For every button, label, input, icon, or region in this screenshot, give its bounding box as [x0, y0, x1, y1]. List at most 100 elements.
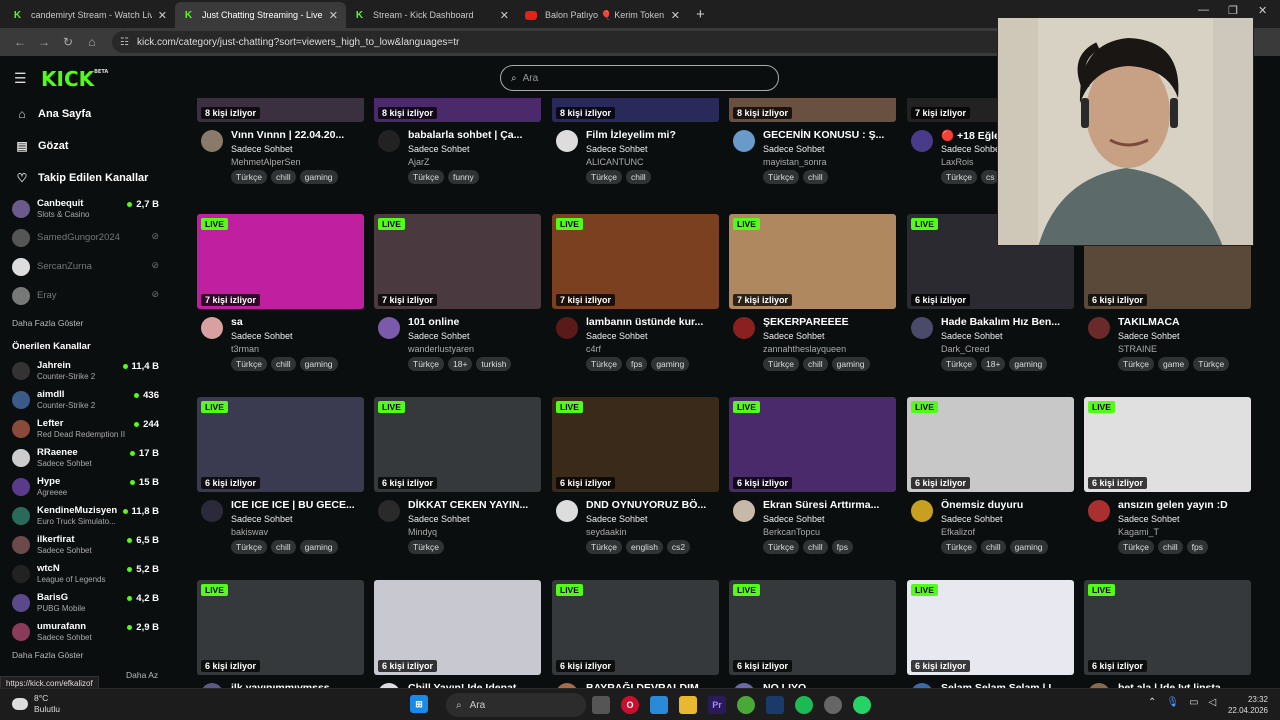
tag[interactable]: Türkçe: [763, 540, 799, 554]
tag[interactable]: gaming: [831, 357, 870, 371]
stream-thumbnail[interactable]: LIVE 6 kişi izliyor: [197, 397, 364, 492]
tag[interactable]: Türkçe: [408, 540, 444, 554]
streamer-avatar[interactable]: [911, 130, 933, 152]
stream-title[interactable]: Film İzleyelim mi?: [586, 129, 719, 141]
tag[interactable]: Türkçe: [586, 170, 622, 184]
tag[interactable]: Türkçe: [231, 170, 267, 184]
stream-title[interactable]: TAKILMACA: [1118, 316, 1251, 328]
stream-category[interactable]: Sadece Sohbet: [1118, 331, 1180, 341]
stream-category[interactable]: Sadece Sohbet: [941, 144, 1003, 154]
tag[interactable]: Türkçe: [586, 540, 622, 554]
tag[interactable]: Türkçe: [408, 357, 444, 371]
spotify-icon[interactable]: [795, 696, 813, 714]
stream-category[interactable]: Sadece Sohbet: [1118, 514, 1180, 524]
stream-card[interactable]: LIVE 6 kişi izliyor DND OYNUYORUZ BÖ... Sad…: [552, 397, 719, 554]
sidebar-channel[interactable]: Hype Agreeee 15 B: [0, 472, 176, 501]
stream-thumbnail[interactable]: LIVE 7 kişi izliyor: [729, 214, 896, 309]
streamer-name[interactable]: seydaakin: [586, 527, 627, 537]
streamer-avatar[interactable]: [911, 317, 933, 339]
streamer-name[interactable]: mayistan_sonra: [763, 157, 827, 167]
close-icon[interactable]: ✕: [158, 9, 167, 22]
streamer-name[interactable]: BerkcanTopcu: [763, 527, 820, 537]
stream-thumbnail[interactable]: 8 kişi izliyor: [729, 98, 896, 122]
streamer-name[interactable]: bakiswav: [231, 527, 268, 537]
sidebar-channel[interactable]: aimdll Counter-Strike 2 436: [0, 385, 176, 414]
sidebar-item-browse[interactable]: ▤ Gözat: [0, 130, 176, 162]
premiere-icon[interactable]: Pr: [708, 696, 726, 714]
streamer-avatar[interactable]: [378, 500, 400, 522]
network-icon[interactable]: ▭: [1189, 697, 1198, 708]
stream-title[interactable]: sa: [231, 316, 364, 328]
stream-thumbnail[interactable]: LIVE 7 kişi izliyor: [197, 214, 364, 309]
tag[interactable]: chill: [802, 170, 828, 184]
stream-thumbnail[interactable]: 6 kişi izliyor: [374, 580, 541, 675]
forward-icon[interactable]: →: [32, 35, 56, 49]
sidebar-channel[interactable]: Canbequit Slots & Casino 2,7 B: [0, 194, 176, 223]
file-explorer-icon[interactable]: [592, 696, 610, 714]
whatsapp-icon[interactable]: [853, 696, 871, 714]
streamer-name[interactable]: c4rf: [586, 344, 601, 354]
streamer-name[interactable]: t3rman: [231, 344, 259, 354]
show-less-link[interactable]: Daha Az: [126, 670, 158, 680]
tag[interactable]: chill: [1157, 540, 1183, 554]
browser-tab[interactable]: K candemiryt Stream - Watch Live ✕: [4, 2, 175, 28]
tag[interactable]: Türkçe: [586, 357, 622, 371]
search-input[interactable]: ⌕ Ara: [500, 65, 779, 91]
tag[interactable]: 18+: [447, 357, 473, 371]
tag[interactable]: gaming: [651, 357, 690, 371]
streamer-name[interactable]: AjarZ: [408, 157, 430, 167]
stream-title[interactable]: DND OYNUYORUZ BÖ...: [586, 499, 719, 511]
menu-icon[interactable]: ☰: [14, 70, 27, 87]
sidebar-item-following[interactable]: ♡ Takip Edilen Kanallar: [0, 162, 176, 194]
stream-card[interactable]: LIVE 6 kişi izliyor ilk yayınımmıymsss...: [197, 580, 364, 688]
tag[interactable]: Türkçe: [1118, 357, 1154, 371]
sidebar-channel[interactable]: BarisG PUBG Mobile 4,2 B: [0, 588, 176, 617]
stream-category[interactable]: Sadece Sohbet: [763, 514, 825, 524]
stream-title[interactable]: lambanın üstünde kur...: [586, 316, 719, 328]
streamer-name[interactable]: ALICANTUNC: [586, 157, 644, 167]
kick-logo[interactable]: KICKBETA: [41, 67, 108, 91]
sidebar-channel[interactable]: KendineMuzisyen Euro Truck Simulato... 11,…: [0, 501, 176, 530]
sidebar-channel[interactable]: ilkerfirat Sadece Sohbet 6,5 B: [0, 530, 176, 559]
tag[interactable]: Türkçe: [763, 170, 799, 184]
streamer-avatar[interactable]: [733, 500, 755, 522]
weather-widget[interactable]: 8°C Bulutlu: [12, 693, 60, 715]
tag[interactable]: chill: [980, 540, 1006, 554]
tag[interactable]: cs2: [666, 540, 691, 554]
settings-icon[interactable]: [824, 696, 842, 714]
tag[interactable]: fps: [831, 540, 853, 554]
tag[interactable]: 18+: [980, 357, 1006, 371]
tag[interactable]: Türkçe: [1118, 540, 1154, 554]
stream-card[interactable]: LIVE 7 kişi izliyor lambanın üstünde kur..…: [552, 214, 719, 371]
stream-category[interactable]: Sadece Sohbet: [586, 331, 648, 341]
streamer-avatar[interactable]: [378, 317, 400, 339]
microphone-icon[interactable]: 🎙: [1166, 697, 1179, 708]
stream-category[interactable]: Sadece Sohbet: [586, 144, 648, 154]
stream-card[interactable]: 8 kişi izliyor Film İzleyelim mi? Sadece S…: [552, 98, 719, 184]
stream-thumbnail[interactable]: LIVE 6 kişi izliyor: [907, 580, 1074, 675]
stream-category[interactable]: Sadece Sohbet: [586, 514, 648, 524]
tag[interactable]: gaming: [299, 170, 338, 184]
tag[interactable]: fps: [625, 357, 648, 371]
stream-category[interactable]: Sadece Sohbet: [231, 331, 293, 341]
stream-thumbnail[interactable]: LIVE 6 kişi izliyor: [729, 397, 896, 492]
stream-category[interactable]: Sadece Sohbet: [763, 144, 825, 154]
stream-title[interactable]: Önemsiz duyuru: [941, 499, 1074, 511]
stream-thumbnail[interactable]: LIVE 6 kişi izliyor: [1084, 397, 1251, 492]
streamer-name[interactable]: LaxRois: [941, 157, 974, 167]
stream-thumbnail[interactable]: LIVE 7 kişi izliyor: [552, 214, 719, 309]
stream-title[interactable]: Ekran Süresi Arttırma...: [763, 499, 896, 511]
stream-thumbnail[interactable]: 8 kişi izliyor: [374, 98, 541, 122]
tag[interactable]: gaming: [299, 357, 338, 371]
stream-thumbnail[interactable]: 8 kişi izliyor: [552, 98, 719, 122]
show-more-link[interactable]: Daha Fazla Göster: [0, 310, 176, 336]
stream-card[interactable]: LIVE 6 kişi izliyor bet ala | Ide Iyt lins…: [1084, 580, 1251, 688]
streamer-name[interactable]: Efkalizof: [941, 527, 975, 537]
browser-tab[interactable]: Balon Patlıyo 🎈 Kerim Token # ✕: [517, 2, 688, 28]
streamer-name[interactable]: Dark_Creed: [941, 344, 990, 354]
volume-icon[interactable]: ◁: [1209, 697, 1217, 708]
tag[interactable]: chill: [270, 357, 296, 371]
clock[interactable]: 23:32 22.04.2026: [1228, 694, 1268, 716]
stream-thumbnail[interactable]: LIVE 6 kişi izliyor: [552, 580, 719, 675]
sidebar-channel[interactable]: SamedGungor2024 ⊘: [0, 223, 176, 252]
